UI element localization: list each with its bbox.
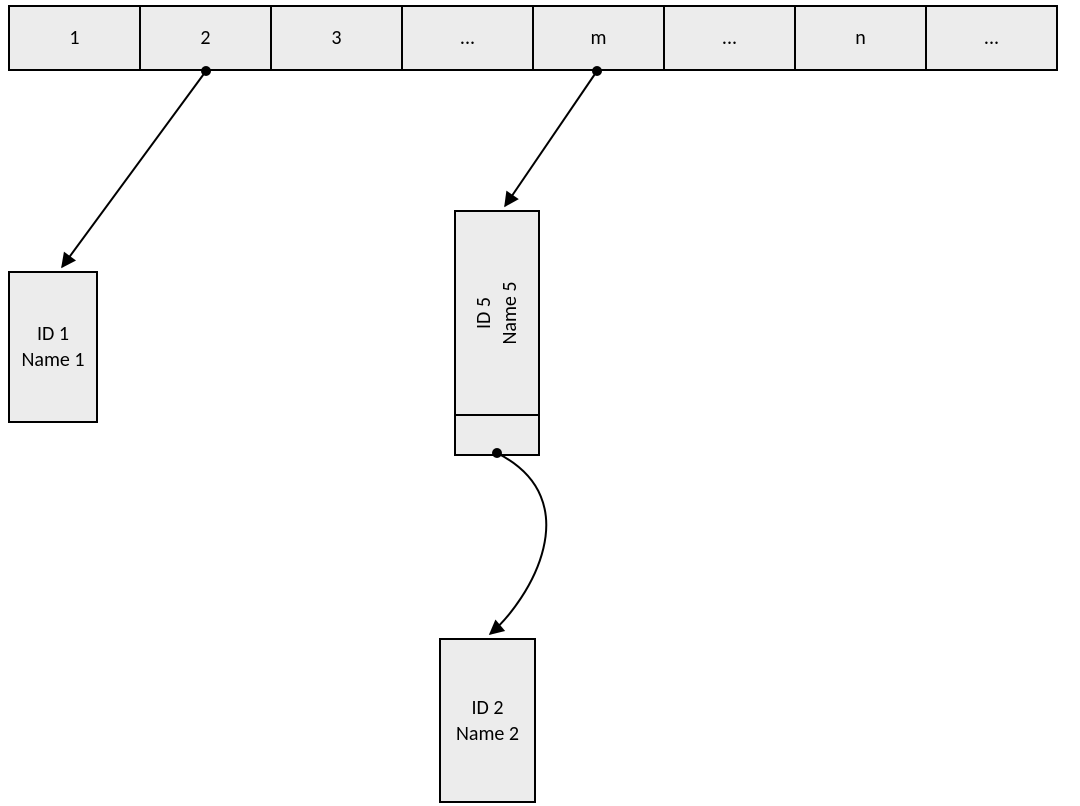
array-cell: m bbox=[532, 5, 665, 71]
array-cell-label: n bbox=[855, 26, 866, 50]
array-cell-label: 2 bbox=[200, 26, 210, 50]
array-cell: ... bbox=[663, 5, 796, 71]
arrow-node5-to-node2 bbox=[490, 453, 546, 634]
connectors-layer bbox=[0, 0, 1080, 806]
array-cell-label: 3 bbox=[331, 26, 341, 50]
node-id2: ID 2 Name 2 bbox=[439, 638, 536, 803]
array-cell-label: 1 bbox=[69, 26, 79, 50]
array-cell: n bbox=[794, 5, 927, 71]
node-name-label: Name 5 bbox=[498, 281, 522, 344]
array-cell-label: m bbox=[591, 26, 607, 50]
arrow-cellm-to-node5 bbox=[505, 71, 597, 206]
node-id1: ID 1 Name 1 bbox=[8, 271, 98, 423]
arrow-cell2-to-node1 bbox=[62, 71, 206, 267]
array-cell: 1 bbox=[8, 5, 141, 71]
array-cell-label: ... bbox=[722, 26, 737, 50]
array-cell: ... bbox=[925, 5, 1058, 71]
array-cell: 2 bbox=[139, 5, 272, 71]
node-id-label: ID 2 bbox=[471, 695, 503, 721]
array-row: 1 2 3 ... m ... n ... bbox=[8, 5, 1058, 71]
node-name-label: Name 1 bbox=[21, 347, 84, 373]
array-cell: 3 bbox=[270, 5, 403, 71]
node-id5: ID 5 Name 5 bbox=[454, 210, 540, 416]
array-cell: ... bbox=[401, 5, 534, 71]
node-name-label: Name 2 bbox=[456, 721, 519, 747]
node-id5-next-pointer bbox=[454, 414, 540, 456]
array-cell-label: ... bbox=[460, 26, 475, 50]
node-id-label: ID 1 bbox=[37, 321, 69, 347]
array-cell-label: ... bbox=[984, 26, 999, 50]
node-id-label: ID 5 bbox=[472, 297, 496, 329]
